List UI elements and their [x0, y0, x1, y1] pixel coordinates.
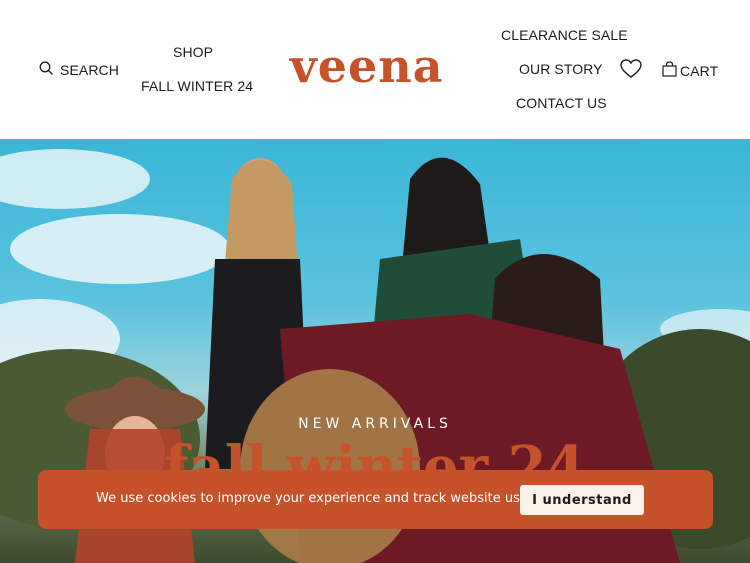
cart-link[interactable]: CART [662, 61, 718, 80]
cookie-message: We use cookies to improve your experienc… [96, 491, 549, 506]
site-header: SEARCH SHOP FALL WINTER 24 veena CLEARAN… [0, 0, 750, 139]
nav-our-story[interactable]: OUR STORY [519, 61, 603, 77]
cart-label: CART [680, 62, 719, 79]
search-link[interactable]: SEARCH [39, 61, 119, 79]
cookie-banner: We use cookies to improve your experienc… [38, 470, 713, 529]
heart-icon [620, 59, 642, 82]
brand-logo[interactable]: veena [290, 40, 444, 92]
wishlist-button[interactable] [620, 59, 642, 82]
shopping-bag-icon [662, 61, 677, 80]
nav-shop[interactable]: SHOP [173, 44, 213, 60]
hero-kicker: NEW ARRIVALS [298, 416, 452, 432]
nav-clearance-sale[interactable]: CLEARANCE SALE [501, 27, 628, 43]
accept-cookies-button[interactable]: I understand [520, 485, 644, 515]
nav-fall-winter-24[interactable]: FALL WINTER 24 [141, 78, 253, 94]
search-label: SEARCH [60, 62, 119, 78]
nav-contact-us[interactable]: CONTACT US [516, 95, 607, 111]
search-icon [39, 61, 54, 79]
